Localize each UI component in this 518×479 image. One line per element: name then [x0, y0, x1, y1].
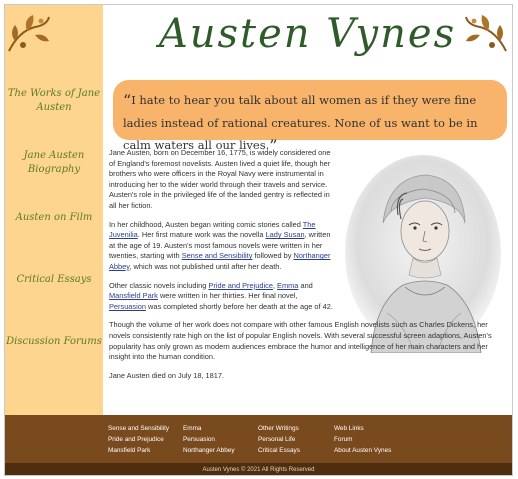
link-mansfield-park[interactable]: Mansfield Park — [109, 291, 158, 300]
sidebar-item-essays[interactable]: Critical Essays — [5, 273, 103, 287]
bio-paragraph-4: Though the volume of her work does not c… — [109, 320, 492, 362]
sidebar-item-label: Jane Austen — [23, 150, 85, 161]
site-header: Austen Vynes — [103, 5, 512, 77]
footer-link[interactable]: Other Writings — [258, 423, 300, 434]
bio-paragraph-2: In her childhood, Austen began writing c… — [109, 220, 335, 273]
footer-link[interactable]: Mansfield Park — [108, 445, 169, 456]
footer-link[interactable]: Persuasion — [183, 434, 235, 445]
site-footer: Sense and Sensibility Pride and Prejudic… — [5, 415, 512, 463]
footer-link[interactable]: Web Links — [334, 423, 391, 434]
floral-ornament-icon — [8, 15, 50, 52]
footer-link[interactable]: Sense and Sensibility — [108, 423, 169, 434]
sidebar-item-label: Austen on Film — [15, 212, 93, 223]
text-span: was completed shortly before her death a… — [145, 301, 333, 311]
sidebar-item-label: The Works of Jane — [7, 88, 101, 99]
footer-link[interactable]: Pride and Prejudice — [108, 434, 169, 445]
footer-link[interactable]: About Austen Vynes — [334, 445, 391, 456]
text-span: were written in her thirties. Her final … — [157, 291, 298, 301]
open-quote-mark: “ — [123, 91, 132, 110]
footer-link[interactable]: Emma — [183, 423, 235, 434]
link-sense-and-sensibility[interactable]: Sense and Sensibility — [182, 251, 253, 260]
link-emma[interactable]: Emma — [277, 281, 298, 290]
main-content: Austen Vynes “I hate to hear you talk ab… — [103, 5, 512, 415]
footer-link[interactable]: Personal Life — [258, 434, 300, 445]
footer-column-4: Web Links Forum About Austen Vynes — [334, 423, 391, 456]
sidebar-item-label: Critical Essays — [16, 274, 92, 285]
text-span: followed by — [252, 251, 294, 261]
footer-column-2: Emma Persuasion Northanger Abbey — [183, 423, 235, 456]
quote-box: “I hate to hear you talk about all women… — [113, 80, 507, 155]
sidebar-item-label: Austen — [36, 102, 72, 113]
text-span: Other classic novels including — [109, 280, 209, 290]
link-persuasion[interactable]: Persuasion — [109, 302, 146, 311]
quote-text: I hate to hear you talk about all women … — [123, 93, 478, 152]
bio-paragraph-1: Jane Austen, born on December 16, 1775, … — [109, 148, 331, 210]
footer-link[interactable]: Northanger Abbey — [183, 445, 235, 456]
sidebar-item-biography[interactable]: Jane Austen Biography — [5, 149, 103, 177]
biography-text: Jane Austen, born on December 16, 1775, … — [109, 148, 509, 389]
link-lady-susan[interactable]: Lady Susan — [266, 230, 305, 239]
bio-paragraph-5: Jane Austen died on July 18, 1817. — [109, 370, 225, 380]
link-pride-and-prejudice[interactable]: Pride and Prejudice — [208, 281, 273, 290]
text-span: . Her first mature work was the novella — [137, 230, 266, 240]
sidebar-item-label: Biography — [27, 164, 81, 175]
footer-link[interactable]: Forum — [334, 434, 391, 445]
text-span: In her childhood, Austen began writing c… — [109, 219, 303, 229]
page-frame: The Works of Jane Austen Jane Austen Bio… — [4, 4, 513, 476]
sidebar-item-label: Discussion Forums — [6, 336, 102, 347]
sidebar-item-works[interactable]: The Works of Jane Austen — [5, 87, 103, 115]
floral-ornament-icon — [465, 15, 507, 52]
text-span: , which was not published until after he… — [129, 261, 282, 271]
footer-link[interactable]: Critical Essays — [258, 445, 300, 456]
footer-column-1: Sense and Sensibility Pride and Prejudic… — [108, 423, 169, 456]
copyright-bar: Austen Vynes © 2021 All Rights Reserved — [5, 463, 512, 475]
text-span: and — [298, 280, 313, 290]
site-title: Austen Vynes — [158, 11, 457, 57]
sidebar: The Works of Jane Austen Jane Austen Bio… — [5, 5, 103, 415]
footer-column-3: Other Writings Personal Life Critical Es… — [258, 423, 300, 456]
sidebar-item-forums[interactable]: Discussion Forums — [5, 335, 103, 349]
sidebar-item-film[interactable]: Austen on Film — [5, 211, 103, 225]
bio-paragraph-3: Other classic novels including Pride and… — [109, 281, 335, 313]
